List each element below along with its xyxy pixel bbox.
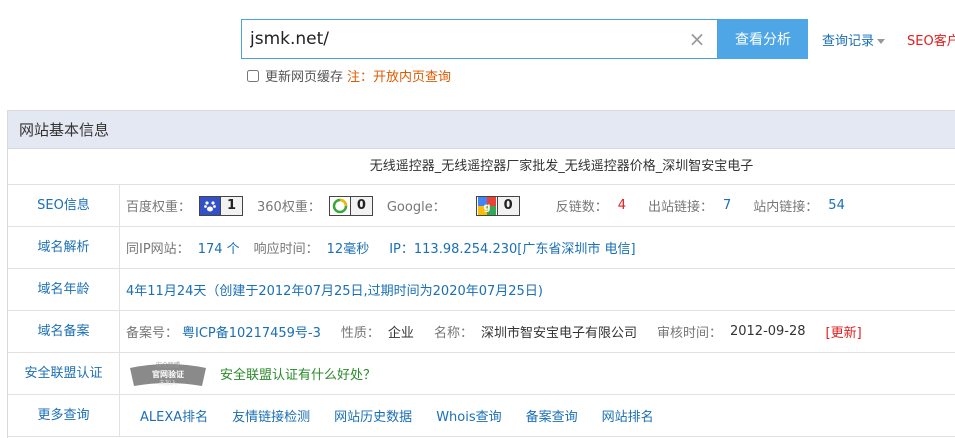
alliance-badge-main: 官网验证 [152,369,184,379]
history-dropdown[interactable]: 查询记录 [822,30,886,49]
alliance-row: 安全联盟认证 安全联盟 官网验证 未加入 安全联盟认证有什么好处？ [8,353,955,395]
backlinks-label: 反链数： [555,200,608,215]
backlinks-value[interactable]: 4 [618,198,626,213]
seo-row: SEO信息 百度权重： 1 360权重： 0 Google： g 0 反链数： … [8,185,955,227]
same-ip-label: 同IP网站： [126,242,190,257]
360-weight-value: 0 [349,196,372,215]
icp-number-label: 备案号： [126,326,179,341]
baidu-paw-icon [200,196,221,215]
icp-query-link[interactable]: 备案查询 [526,406,578,425]
icp-row: 域名备案 备案号： 粤ICP备10217459号-3 性质： 企业 名称： 深圳… [8,311,955,353]
history-data-link[interactable]: 网站历史数据 [334,406,412,425]
baidu-weight-label: 百度权重： [126,200,192,215]
seo-client-link[interactable]: SEO客户 [907,30,955,49]
analyze-button[interactable]: 查看分析 [718,19,808,59]
open-inner-page-link[interactable]: 开放内页查询 [373,66,451,85]
friend-link-check-link[interactable]: 友情链接检测 [232,406,310,425]
internal-links-label: 站内链接： [753,200,819,215]
ip-address[interactable]: IP：113.98.254.230[广东省深圳市 电信] [389,238,635,257]
whois-link[interactable]: Whois查询 [436,406,501,425]
site-rank-link[interactable]: 网站排名 [602,406,654,425]
panel-title: 网站基本信息 [8,111,955,149]
baidu-weight-value: 1 [220,196,243,215]
google-rank-value: 0 [496,196,519,215]
audit-time-value: 2012-09-28 [729,324,806,339]
alexa-rank-link[interactable]: ALEXA排名 [140,406,208,425]
360-logo-icon [330,197,350,215]
domain-age-value[interactable]: 4年11月24天（创建于2012年07月25日,过期时间为2020年07月25日… [126,280,543,299]
360-weight-badge[interactable]: 0 [328,195,373,216]
response-time-label: 响应时间： [253,242,319,257]
response-time-value: 12毫秒 [326,242,370,257]
360-weight-label: 360权重： [257,200,321,215]
update-cache-label[interactable]: 更新网页缓存 [265,66,343,85]
domain-age-label: 域名年龄 [8,269,120,310]
close-icon[interactable]: × [687,29,707,49]
site-info-panel: 网站基本信息 无线遥控器_无线遥控器厂家批发_无线遥控器价格_深圳智安宝电子 S… [7,110,955,438]
same-ip-value[interactable]: 174 个 [198,238,240,257]
company-name-value: 深圳市智安宝电子有限公司 [480,326,637,341]
chevron-down-icon [877,39,886,44]
outbound-links-label: 出站链接： [647,200,713,215]
google-label: Google： [386,200,446,215]
alliance-badge-top: 安全联盟 [156,361,180,369]
history-label: 查询记录 [822,34,875,49]
note-prefix: 注： [347,70,374,85]
svg-text:g: g [483,202,490,213]
alliance-label: 安全联盟认证 [8,353,120,394]
company-name-label: 名称： [433,326,473,341]
internal-links-value[interactable]: 54 [828,198,845,213]
nature-value: 企业 [387,326,414,341]
update-link[interactable]: [更新] [826,322,862,341]
site-title: 无线遥控器_无线遥控器厂家批发_无线遥控器价格_深圳智安宝电子 [8,149,955,185]
update-cache-checkbox[interactable] [247,69,259,82]
icp-number-value[interactable]: 粤ICP备10217459号-3 [182,322,321,341]
baidu-weight-badge[interactable]: 1 [199,195,244,216]
more-queries-label: 更多查询 [8,395,120,436]
domain-age-row: 域名年龄 4年11月24天（创建于2012年07月25日,过期时间为2020年0… [8,269,955,311]
audit-time-label: 审核时间： [656,326,722,341]
search-box[interactable]: × [241,19,718,59]
dns-row: 域名解析 同IP网站： 174 个 响应时间： 12毫秒 IP：113.98.2… [8,227,955,269]
alliance-benefit-link[interactable]: 安全联盟认证有什么好处？ [220,364,376,383]
nature-label: 性质： [340,326,380,341]
google-rank-badge[interactable]: g 0 [475,195,520,216]
cache-row: 更新网页缓存 注： 开放内页查询 [247,66,451,85]
alliance-verify-badge[interactable]: 安全联盟 官网验证 未加入 [126,358,210,390]
more-queries-row: 更多查询 ALEXA排名 友情链接检测 网站历史数据 Whois查询 备案查询 … [8,395,955,437]
icp-label: 域名备案 [8,311,120,352]
alliance-badge-bottom: 未加入 [159,379,177,387]
outbound-links-value[interactable]: 7 [723,198,731,213]
dns-label: 域名解析 [8,227,120,268]
google-logo-icon: g [477,196,497,215]
search-input[interactable] [250,28,680,50]
seo-label: SEO信息 [8,185,120,226]
